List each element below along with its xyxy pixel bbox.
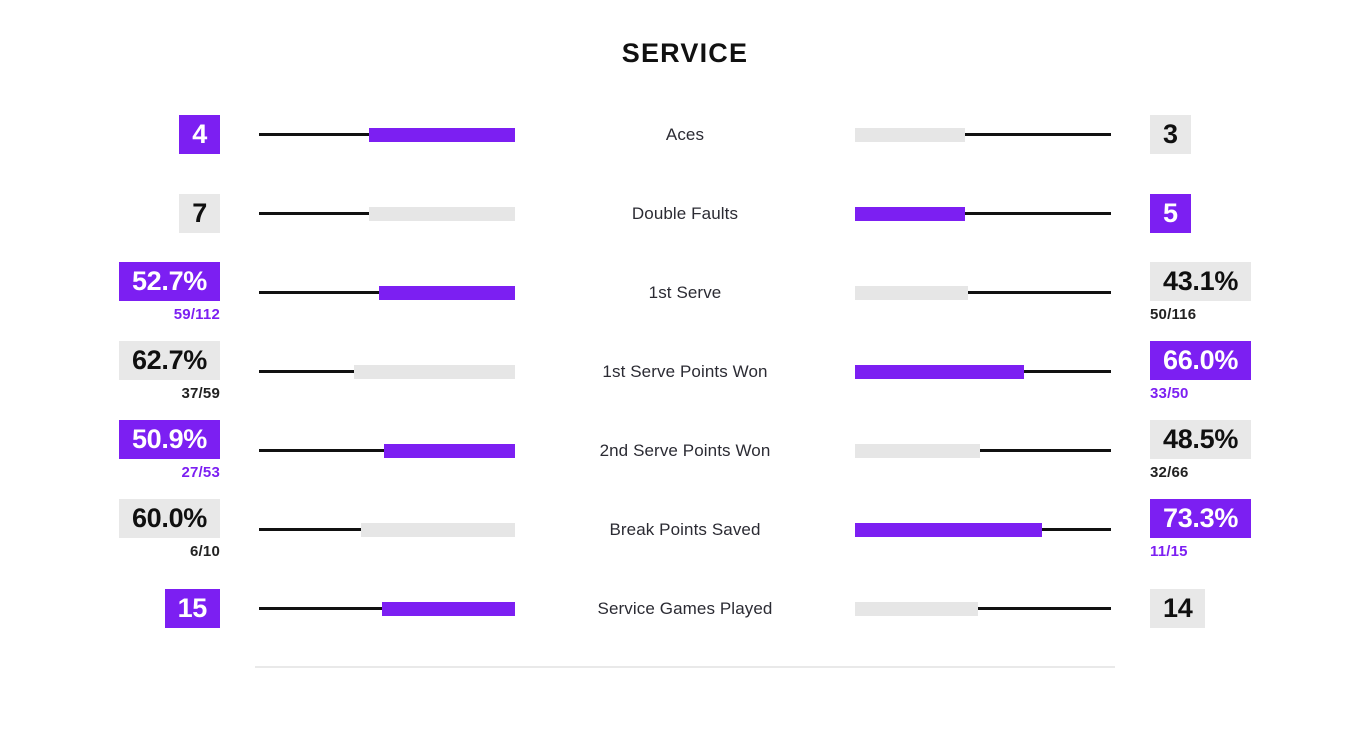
left-bar-cell (225, 364, 515, 379)
right-bar-fill (855, 206, 966, 221)
right-bar-fill (855, 443, 981, 458)
right-bar-track (855, 443, 1111, 458)
stat-row: 7 Double Faults 5 (0, 174, 1370, 253)
left-bar-cell (225, 443, 515, 458)
right-bar-cell (855, 522, 1145, 537)
stat-label: Service Games Played (597, 598, 773, 618)
stat-row: 62.7% 37/59 1st Serve Points Won 66.0% 33/50 (0, 332, 1370, 411)
left-value-cell: 60.0% 6/10 (0, 498, 225, 561)
left-bar-track (259, 127, 515, 142)
right-value-cell: 3 (1145, 114, 1370, 155)
left-bar-fill (381, 601, 515, 616)
left-value-badge: 60.0% (118, 498, 220, 539)
left-value-badge: 15 (164, 588, 220, 629)
page-title: SERVICE (621, 38, 749, 68)
left-value-cell: 7 (0, 193, 225, 234)
stat-row: 52.7% 59/112 1st Serve 43.1% 50/116 (0, 253, 1370, 332)
stat-label: Aces (665, 124, 705, 144)
stat-row: 50.9% 27/53 2nd Serve Points Won 48.5% 32/66 (0, 411, 1370, 490)
right-bar-fill (855, 364, 1024, 379)
left-bar-fill (379, 285, 515, 300)
stat-rows: 4 Aces 3 7 Double Faults 5 52.7% 59/112 1st Serv… (0, 95, 1370, 648)
stat-label: 1st Serve Points Won (602, 361, 768, 381)
left-bar-track (259, 206, 515, 221)
stat-row: 15 Service Games Played 14 (0, 569, 1370, 648)
stat-row: 60.0% 6/10 Break Points Saved 73.3% 11/15 (0, 490, 1370, 569)
right-value-cell: 48.5% 32/66 (1145, 419, 1370, 482)
left-bar-track (259, 285, 515, 300)
right-bar-fill (855, 601, 978, 616)
left-value-cell: 62.7% 37/59 (0, 340, 225, 403)
section-divider (255, 666, 1115, 668)
left-value-badge: 7 (179, 193, 220, 234)
left-bar-track (259, 364, 515, 379)
right-value-cell: 43.1% 50/116 (1145, 261, 1370, 324)
left-value-cell: 4 (0, 114, 225, 155)
right-bar-cell (855, 127, 1145, 142)
right-bar-track (855, 206, 1111, 221)
left-bar-cell (225, 127, 515, 142)
right-value-badge: 66.0% (1150, 340, 1252, 381)
right-value-cell: 14 (1145, 588, 1370, 629)
left-bar-cell (225, 206, 515, 221)
left-bar-fill (361, 522, 515, 537)
left-value-sublabel: 37/59 (181, 385, 220, 403)
left-value-badge: 50.9% (118, 419, 220, 460)
left-value-badge: 62.7% (118, 340, 220, 381)
left-value-sublabel: 6/10 (190, 543, 220, 561)
stat-label: Double Faults (631, 203, 739, 223)
left-bar-fill (384, 443, 515, 458)
left-bar-fill (369, 206, 515, 221)
stat-label: 1st Serve (648, 282, 722, 302)
service-stats-panel: SERVICE 4 Aces 3 7 Double Faults 5 52.7% 59/112… (0, 0, 1370, 735)
stat-label: Break Points Saved (609, 519, 761, 539)
left-bar-track (259, 522, 515, 537)
right-bar-fill (855, 522, 1042, 537)
left-bar-track (259, 601, 515, 616)
right-value-badge: 73.3% (1150, 498, 1252, 539)
right-value-badge: 48.5% (1150, 419, 1252, 460)
right-value-badge: 14 (1150, 588, 1206, 629)
stat-label: 2nd Serve Points Won (599, 440, 771, 460)
right-bar-track (855, 127, 1111, 142)
right-value-cell: 73.3% 11/15 (1145, 498, 1370, 561)
right-value-badge: 43.1% (1150, 261, 1252, 302)
left-value-sublabel: 27/53 (181, 464, 220, 482)
right-bar-cell (855, 601, 1145, 616)
left-value-badge: 4 (179, 114, 220, 155)
left-value-cell: 50.9% 27/53 (0, 419, 225, 482)
right-bar-track (855, 285, 1111, 300)
stat-row: 4 Aces 3 (0, 95, 1370, 174)
right-value-sublabel: 33/50 (1150, 385, 1189, 403)
left-value-sublabel: 59/112 (173, 306, 220, 324)
left-bar-cell (225, 522, 515, 537)
right-bar-track (855, 364, 1111, 379)
left-bar-cell (225, 285, 515, 300)
right-value-sublabel: 11/15 (1150, 543, 1188, 561)
left-bar-track (259, 443, 515, 458)
right-bar-cell (855, 364, 1145, 379)
right-value-sublabel: 50/116 (1150, 306, 1197, 324)
left-value-badge: 52.7% (118, 261, 220, 302)
right-value-badge: 5 (1150, 193, 1191, 234)
right-bar-track (855, 601, 1111, 616)
right-bar-track (855, 522, 1111, 537)
right-bar-fill (855, 285, 968, 300)
left-value-cell: 15 (0, 588, 225, 629)
right-value-badge: 3 (1150, 114, 1191, 155)
right-value-cell: 5 (1145, 193, 1370, 234)
left-value-cell: 52.7% 59/112 (0, 261, 225, 324)
right-value-sublabel: 32/66 (1150, 464, 1189, 482)
left-bar-cell (225, 601, 515, 616)
right-value-cell: 66.0% 33/50 (1145, 340, 1370, 403)
left-bar-fill (369, 127, 515, 142)
left-bar-fill (353, 364, 515, 379)
right-bar-cell (855, 443, 1145, 458)
right-bar-cell (855, 285, 1145, 300)
right-bar-fill (855, 127, 966, 142)
right-bar-cell (855, 206, 1145, 221)
